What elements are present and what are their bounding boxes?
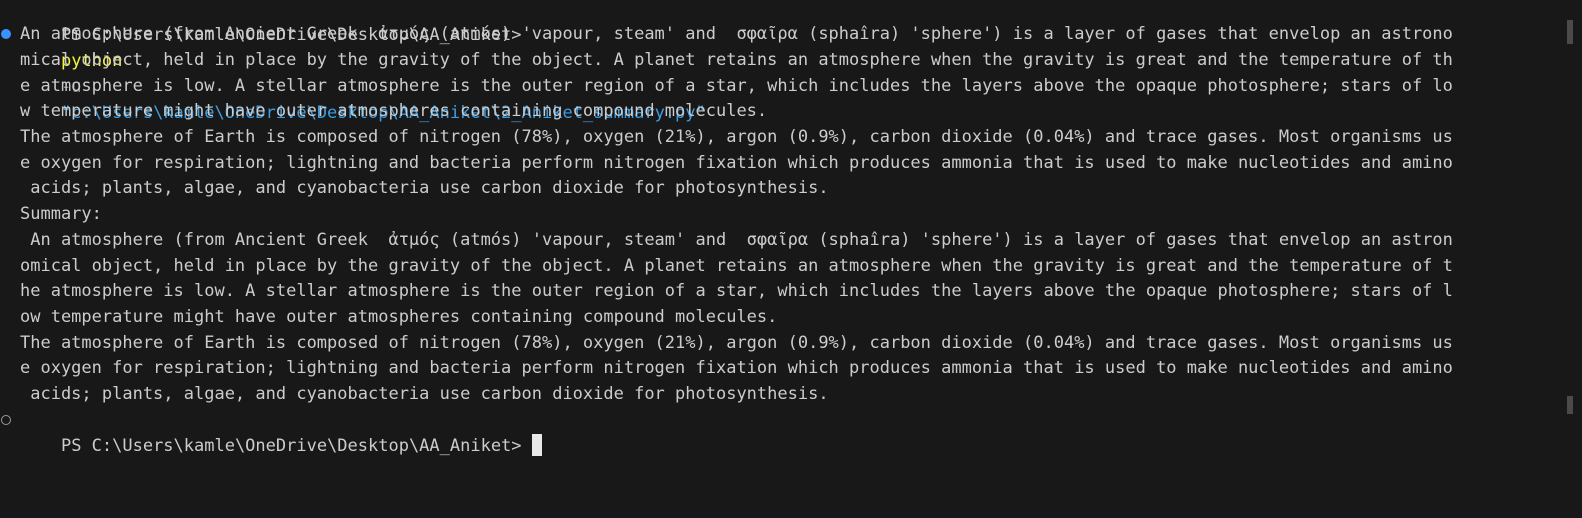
scrollbar-marker — [1567, 20, 1573, 44]
prompt-line[interactable]: PS C:\Users\kamle\OneDrive\Desktop\AA_An… — [20, 407, 542, 456]
output-line: The atmosphere of Earth is composed of n… — [20, 333, 1453, 353]
output-line: acids; plants, algae, and cyanobacteria … — [20, 384, 829, 404]
output-line: acids; plants, algae, and cyanobacteria … — [20, 178, 829, 198]
output-line: he atmosphere is low. A stellar atmosphe… — [20, 281, 1453, 301]
output-line: Summary: — [20, 204, 102, 224]
terminal-panel[interactable]: PS C:\Users\kamle\OneDrive\Desktop\AA_An… — [0, 0, 1560, 518]
cursor-block — [531, 434, 542, 456]
output-line: e oxygen for respiration; lightning and … — [20, 358, 1453, 378]
output-line: An atmosphere (from Ancient Greek ἀτμός … — [20, 230, 1453, 250]
output-line: The atmosphere of Earth is composed of n… — [20, 127, 1453, 147]
command-line: PS C:\Users\kamle\OneDrive\Desktop\AA_An… — [20, 0, 706, 123]
scrollbar-marker — [1567, 396, 1573, 414]
command-idle-decoration-icon[interactable] — [1, 415, 11, 425]
output-line: An atmosphere (from Ancient Greek ἀτμός … — [20, 24, 1453, 44]
output-line: e atmosphere is low. A stellar atmospher… — [20, 76, 1453, 96]
terminal-scrollbar[interactable] — [1560, 0, 1582, 518]
output-line: omical object, held in place by the grav… — [20, 256, 1453, 276]
output-line: e oxygen for respiration; lightning and … — [20, 153, 1453, 173]
output-line: w temperature might have outer atmospher… — [20, 101, 768, 121]
final-prompt-text: PS C:\Users\kamle\OneDrive\Desktop\AA_An… — [60, 436, 522, 456]
output-line: ow temperature might have outer atmosphe… — [20, 307, 778, 327]
output-line: mical object, held in place by the gravi… — [20, 50, 1453, 70]
command-running-decoration-icon[interactable] — [1, 29, 11, 39]
